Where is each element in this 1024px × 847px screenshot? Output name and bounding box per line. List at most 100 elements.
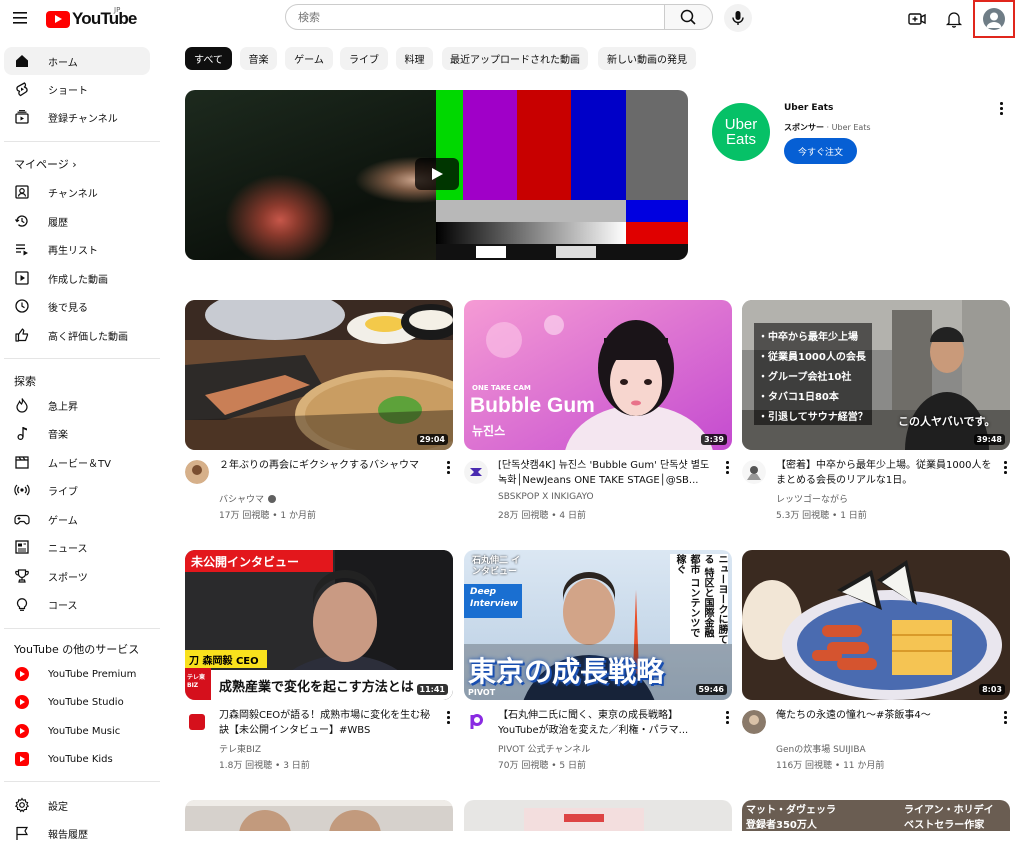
video-more-icon[interactable] — [1000, 459, 1010, 475]
meta-separator: • — [832, 761, 844, 771]
sidebar-item-trending[interactable]: 急上昇 — [4, 391, 150, 419]
channel-name[interactable]: バシャウマ — [219, 492, 277, 505]
thumbnail-caption-sub: 뉴진스 — [472, 424, 506, 438]
video-more-icon[interactable] — [1000, 709, 1010, 725]
account-button[interactable] — [973, 0, 1015, 38]
play-button[interactable] — [415, 158, 459, 190]
video-thumbnail[interactable]: ・中卒から最年少上場 ・従業員1000人の会長 ・グループ会社10社 ・タバコ1… — [742, 300, 1010, 450]
order-now-button[interactable]: 今すぐ注文 — [784, 138, 857, 164]
video-meta: 5.3万 回視聴 • 1 日前 — [776, 508, 867, 521]
video-more-icon[interactable] — [722, 709, 732, 725]
search-button[interactable] — [665, 4, 713, 30]
chip-recently-uploaded[interactable]: 最近アップロードされた動画 — [442, 47, 588, 70]
video-duration: 39:48 — [973, 434, 1005, 445]
sidebar-item-playlists[interactable]: 再生リスト — [4, 235, 150, 263]
channel-avatar[interactable] — [464, 460, 488, 484]
voice-search-button[interactable] — [724, 4, 752, 32]
sidebar-item-label: YouTube Premium — [48, 668, 137, 680]
video-thumbnail[interactable]: 29:04 — [185, 300, 453, 450]
chip-all[interactable]: すべて — [185, 47, 232, 70]
sidebar-item-youtube-premium[interactable]: YouTube Premium — [4, 660, 150, 688]
mic-icon — [732, 11, 744, 25]
chip-new-to-you[interactable]: 新しい動画の発見 — [598, 47, 696, 70]
ad-video[interactable] — [185, 90, 688, 260]
chip-music[interactable]: 音楽 — [240, 47, 277, 70]
ad-advertiser-logo[interactable]: Uber Eats — [712, 103, 770, 161]
sidebar-item-live[interactable]: ライブ — [4, 476, 150, 504]
gear-icon — [14, 797, 30, 813]
channel-name[interactable]: テレ東BIZ — [219, 742, 261, 755]
video-thumbnail[interactable]: 石丸伸二 インタビュー Deep Interview ニューヨークに勝てる 特区… — [464, 550, 732, 700]
channel-name[interactable]: SBSKPOP X INKIGAYO — [498, 492, 594, 502]
sidebar-item-movies-tv[interactable]: ムービー＆TV — [4, 448, 150, 476]
video-thumbnail[interactable] — [185, 800, 453, 831]
sidebar-item-settings[interactable]: 設定 — [4, 791, 150, 819]
video-title[interactable]: [단독샷캠4K] 뉴진스 'Bubble Gum' 단독샷 별도 녹화│NewJ… — [498, 458, 718, 488]
sidebar-item-report-history[interactable]: 報告履歴 — [4, 819, 150, 847]
sidebar-item-youtube-kids[interactable]: YouTube Kids — [4, 745, 150, 773]
chip-live[interactable]: ライブ — [340, 47, 388, 70]
video-title[interactable]: 刀森岡毅CEOが語る！成熟市場に変化を生む秘訣【未公開インタビュー】#WBS — [219, 708, 439, 738]
verified-badge-icon — [268, 495, 277, 503]
sidebar-item-shorts[interactable]: ショート — [4, 75, 150, 103]
video-thumbnail[interactable]: 8:03 — [742, 550, 1010, 700]
sidebar-item-subscriptions[interactable]: 登録チャンネル — [4, 103, 150, 131]
sidebar-item-your-videos[interactable]: 作成した動画 — [4, 264, 150, 292]
channel-avatar[interactable] — [185, 710, 209, 734]
sidebar-item-gaming[interactable]: ゲーム — [4, 505, 150, 533]
more-services-heading: YouTube の他のサービス — [14, 643, 140, 656]
sidebar-item-liked-videos[interactable]: 高く評価した動画 — [4, 321, 150, 349]
sidebar-item-label: コース — [48, 600, 78, 612]
video-thumbnail[interactable]: 未公開インタビュー 刀 森岡毅 CEO テレ東 BIZ 成熟産業で変化を起こす方… — [185, 550, 453, 700]
color-bars-graphic — [436, 90, 688, 260]
playlist-icon — [14, 241, 30, 257]
video-title[interactable]: 俺たちの永遠の憧れ〜#茶飯事4〜 — [776, 708, 996, 723]
video-thumbnail[interactable] — [464, 800, 732, 831]
chip-gaming[interactable]: ゲーム — [285, 47, 333, 70]
channel-avatar[interactable] — [742, 460, 766, 484]
youtube-kids-icon — [15, 752, 29, 766]
channel-name[interactable]: レッツゴーながら — [776, 492, 848, 505]
sidebar-item-music[interactable]: 音楽 — [4, 419, 150, 447]
channel-avatar[interactable] — [464, 710, 488, 734]
sidebar-item-youtube-studio[interactable]: YouTube Studio — [4, 688, 150, 716]
ad-title[interactable]: Uber Eats — [784, 103, 833, 113]
sidebar-item-history[interactable]: 履歴 — [4, 207, 150, 235]
channel-name[interactable]: Genの炊事場 SUIJIBA — [776, 742, 866, 755]
thumbnail-image — [524, 808, 644, 831]
channel-name[interactable]: PIVOT 公式チャンネル — [498, 742, 590, 755]
thumbnail-bullet: ・引退してサウナ経営？ — [758, 412, 868, 423]
sidebar-item-news[interactable]: ニュース — [4, 533, 150, 561]
video-title[interactable]: 【石丸伸二氏に聞く、東京の成長戦略】YouTubeが政治を変えた／利権・パラマ.… — [498, 708, 718, 738]
sidebar-item-youtube-music[interactable]: YouTube Music — [4, 717, 150, 745]
notifications-icon[interactable] — [943, 8, 965, 30]
video-more-icon[interactable] — [722, 459, 732, 475]
channel-avatar[interactable] — [742, 710, 766, 734]
video-more-icon[interactable] — [443, 459, 453, 475]
ad-more-icon[interactable] — [996, 100, 1006, 116]
video-more-icon[interactable] — [443, 709, 453, 725]
sidebar-item-courses[interactable]: コース — [4, 590, 150, 618]
sidebar-item-label: ホーム — [48, 57, 78, 69]
video-thumbnail[interactable]: マット・ダヴェッラ 登録者350万人 ライアン・ホリデイ ベストセラー作家 — [742, 800, 1010, 831]
create-video-icon[interactable] — [906, 8, 928, 30]
youtube-logo[interactable]: YouTube — [46, 9, 137, 28]
channel-avatar[interactable] — [185, 460, 209, 484]
sidebar-item-watch-later[interactable]: 後で見る — [4, 292, 150, 320]
top-bar: YouTube JP — [0, 0, 1024, 38]
thumbnail-bullet: ・従業員1000人の会長 — [758, 352, 866, 363]
menu-icon[interactable] — [10, 8, 34, 28]
video-thumbnail[interactable]: ONE TAKE CAM Bubble Gum 뉴진스 3:39 — [464, 300, 732, 450]
my-page-heading[interactable]: マイページ › — [14, 156, 77, 172]
chip-cooking[interactable]: 料理 — [396, 47, 433, 70]
sidebar-item-channel[interactable]: チャンネル — [4, 178, 150, 206]
sidebar-item-home[interactable]: ホーム — [4, 47, 150, 75]
video-title[interactable]: 【密着】中卒から最年少上場。従業員1000人をまとめる会長のリアルな1日。 — [776, 458, 996, 488]
sidebar-item-sports[interactable]: スポーツ — [4, 562, 150, 590]
sidebar-item-label: 作成した動画 — [48, 274, 108, 286]
my-page-title: マイページ — [14, 158, 69, 171]
upload-age: 1 日前 — [840, 511, 867, 521]
view-count: 28万 回視聴 — [498, 511, 549, 521]
search-input[interactable] — [286, 5, 670, 29]
video-title[interactable]: ２年ぶりの再会にギクシャクするバシャウマ — [219, 458, 439, 473]
